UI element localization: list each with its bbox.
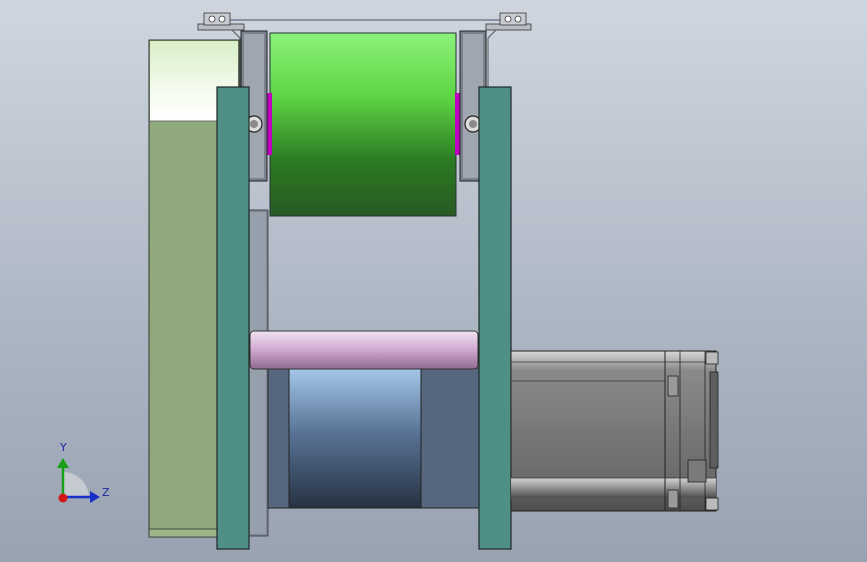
bottom-roller[interactable]	[267, 367, 481, 509]
left-spacer[interactable]	[247, 209, 269, 537]
left-side-plate[interactable]	[216, 86, 250, 550]
z-axis-arrowhead-icon	[90, 491, 100, 503]
triad-z-label: Z	[102, 486, 110, 499]
y-axis-arrowhead-icon	[57, 458, 69, 468]
top-roller[interactable]	[266, 32, 461, 217]
graphics-viewport[interactable]: Y Z	[0, 0, 867, 562]
triad-arc-icon	[63, 472, 89, 497]
x-axis-dot-icon	[58, 493, 68, 503]
right-side-plate[interactable]	[478, 86, 512, 550]
triad-y-label: Y	[60, 441, 67, 454]
coordinate-triad	[57, 458, 100, 503]
cad-model[interactable]	[0, 0, 867, 562]
shaft[interactable]	[249, 330, 479, 370]
motor[interactable]	[510, 350, 719, 512]
